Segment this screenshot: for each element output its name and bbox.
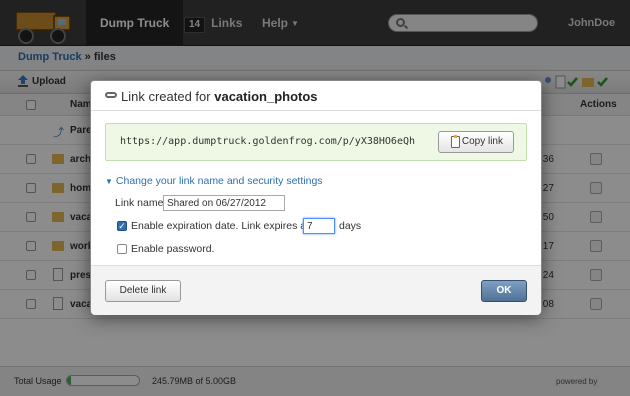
dialog-footer: Delete link OK <box>91 265 541 315</box>
expiration-checkbox[interactable]: ✓ <box>117 221 127 231</box>
link-icon <box>105 92 117 98</box>
ok-button[interactable]: OK <box>481 280 527 302</box>
dialog-header: Link created for vacation_photos <box>91 81 541 111</box>
settings-toggle-label: Change your link name and security setti… <box>115 175 323 187</box>
link-name-label: Link name: <box>115 197 167 209</box>
link-url-box: https://app.dumptruck.goldenfrog.com/p/y… <box>105 123 527 161</box>
dialog-title-folder: vacation_photos <box>214 89 318 104</box>
copy-link-button[interactable]: Copy link <box>438 131 514 153</box>
delete-link-button[interactable]: Delete link <box>105 280 181 302</box>
copy-link-label: Copy link <box>461 136 503 147</box>
settings-toggle-link[interactable]: ▼ Change your link name and security sett… <box>105 175 323 187</box>
password-checkbox[interactable] <box>117 244 127 254</box>
link-name-input[interactable] <box>163 195 285 211</box>
expiration-days-input[interactable] <box>303 218 335 234</box>
clipboard-icon <box>451 135 460 148</box>
dialog-title: Link created for vacation_photos <box>121 89 318 104</box>
password-label: Enable password. <box>131 243 215 255</box>
days-label: days <box>339 220 362 232</box>
expiration-label: Enable expiration date. Link expires aft… <box>131 220 322 232</box>
triangle-down-icon: ▼ <box>105 177 113 186</box>
dialog-title-prefix: Link created for <box>121 89 211 104</box>
link-created-dialog: Link created for vacation_photos https:/… <box>90 80 542 315</box>
share-link-url[interactable]: https://app.dumptruck.goldenfrog.com/p/y… <box>120 136 415 147</box>
